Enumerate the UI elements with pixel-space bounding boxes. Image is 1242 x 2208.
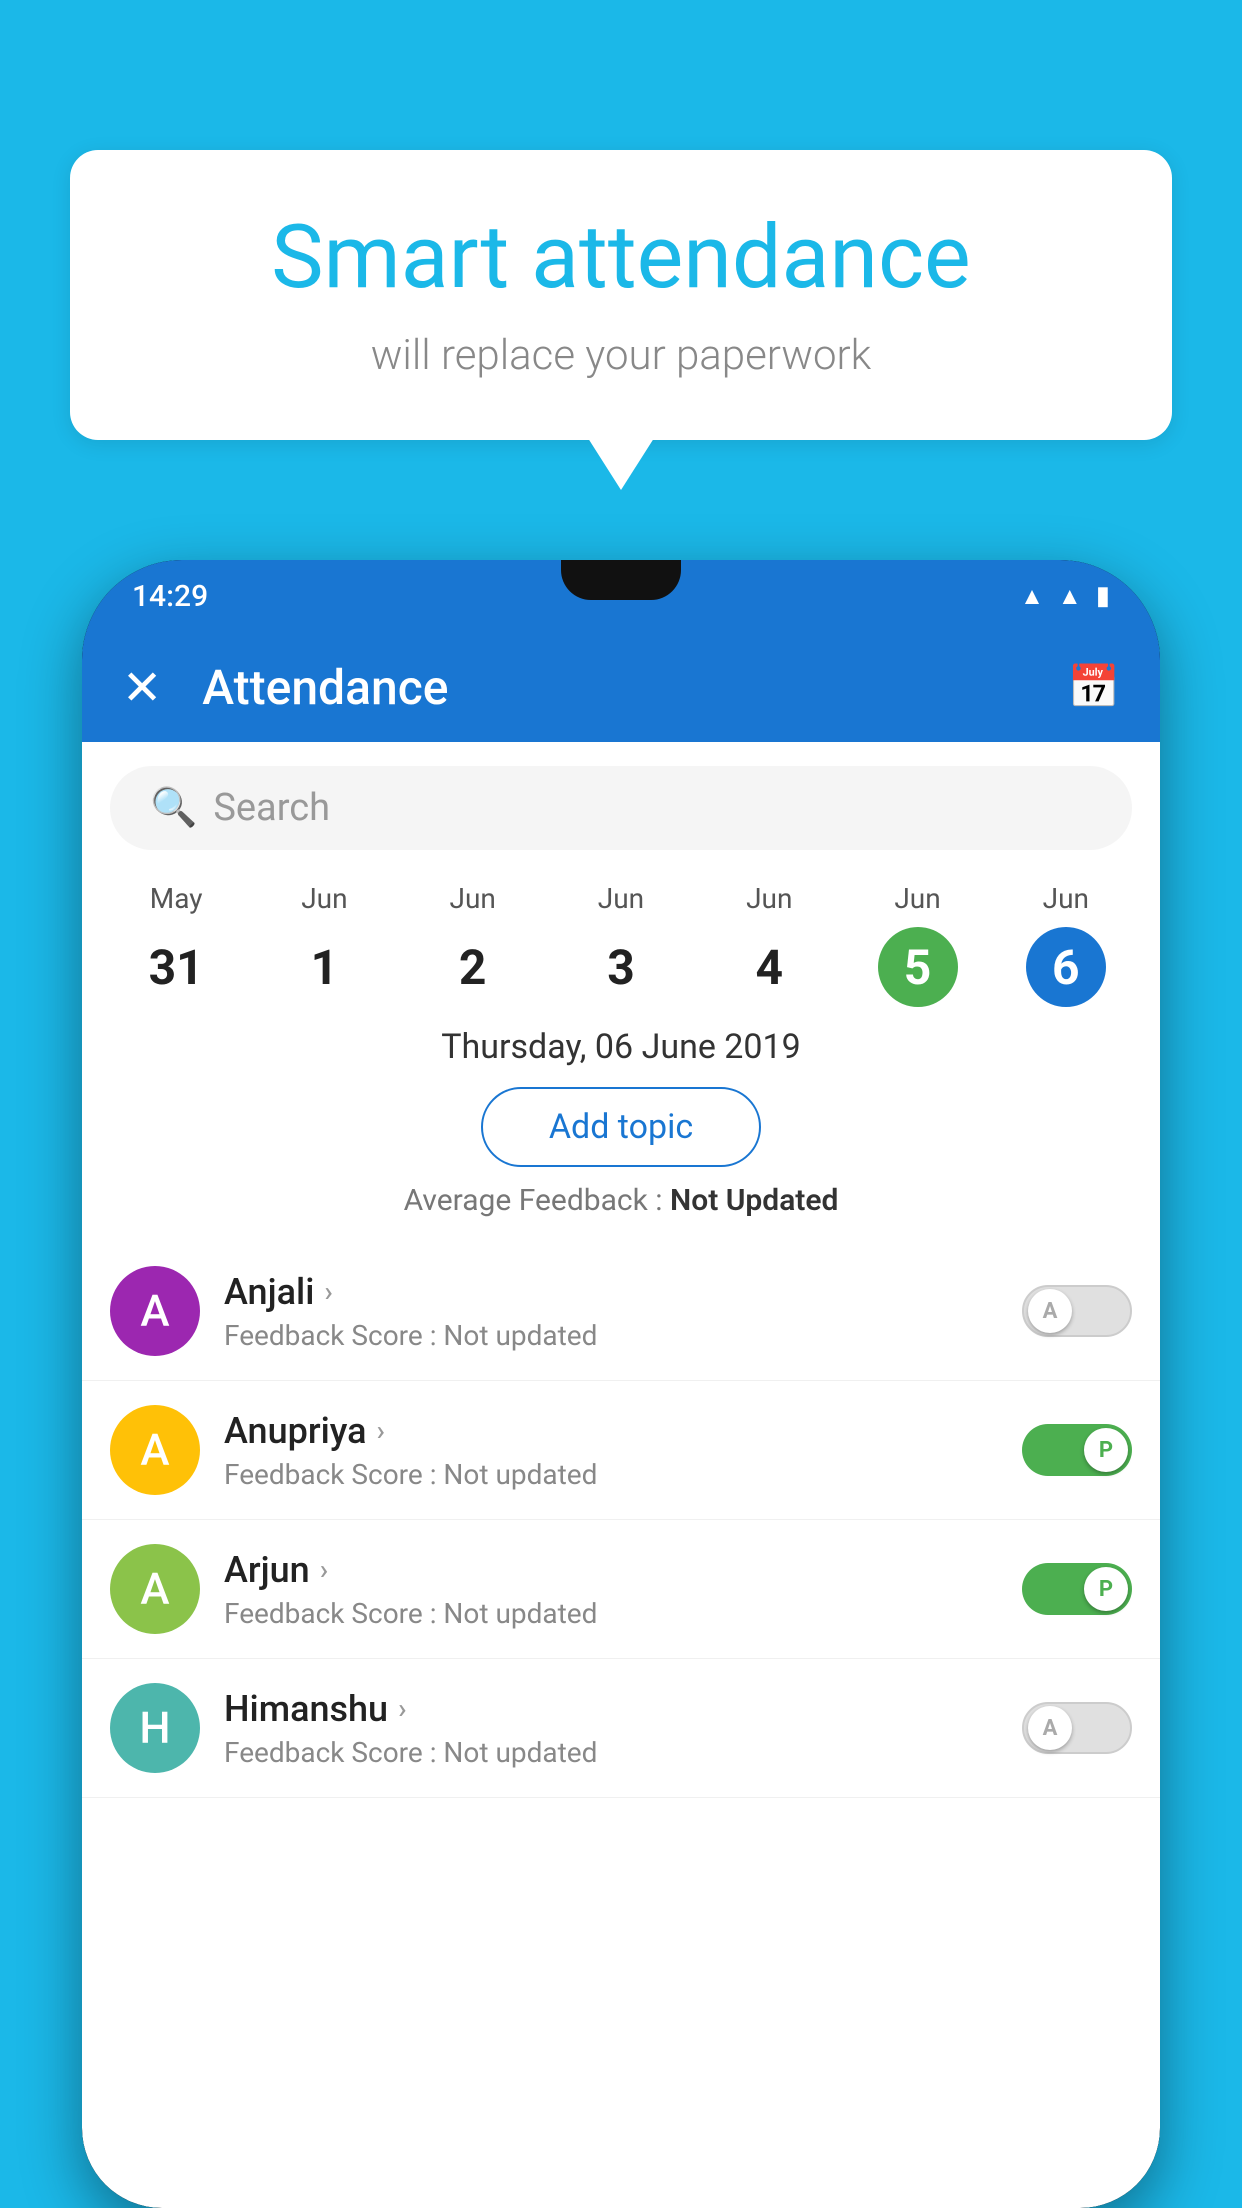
toggle-knob-anupriya: P [1084, 1428, 1128, 1472]
student-info-himanshu: Himanshu › Feedback Score : Not updated [224, 1688, 998, 1769]
cal-date-5: 5 [878, 927, 958, 1007]
cal-month-6: Jun [1043, 882, 1089, 915]
cal-month-1: Jun [301, 882, 347, 915]
search-bar[interactable]: 🔍 Search [110, 766, 1132, 850]
student-list: A Anjali › Feedback Score : Not updated … [82, 1242, 1160, 1798]
avatar-himanshu: H [110, 1683, 200, 1773]
chevron-icon-himanshu: › [398, 1692, 406, 1725]
toggle-knob-himanshu: A [1028, 1706, 1072, 1750]
student-item-anupriya[interactable]: A Anupriya › Feedback Score : Not update… [82, 1381, 1160, 1520]
student-name-anjali: Anjali › [224, 1271, 998, 1313]
phone-frame: 14:29 ▲ ▲ ▮ ✕ Attendance 📅 🔍 Search M [82, 560, 1160, 2208]
status-bar: 14:29 ▲ ▲ ▮ [82, 560, 1160, 632]
attendance-toggle-arjun[interactable]: P [1022, 1563, 1132, 1615]
avg-feedback-value: Not Updated [670, 1183, 838, 1218]
chevron-icon-arjun: › [320, 1553, 328, 1586]
feedback-score-anjali: Feedback Score : Not updated [224, 1319, 998, 1352]
selected-date-label: Thursday, 06 June 2019 [82, 1007, 1160, 1087]
cal-month-2: Jun [450, 882, 496, 915]
student-item-arjun[interactable]: A Arjun › Feedback Score : Not updated P [82, 1520, 1160, 1659]
screen-content: 🔍 Search May 31 Jun 1 Jun 2 Jun [82, 742, 1160, 2208]
wifi-icon: ▲ [1020, 582, 1044, 611]
feedback-score-anupriya: Feedback Score : Not updated [224, 1458, 998, 1491]
student-name-arjun: Arjun › [224, 1549, 998, 1591]
chevron-icon-anupriya: › [377, 1414, 385, 1447]
chevron-icon-anjali: › [324, 1275, 332, 1308]
feedback-score-arjun: Feedback Score : Not updated [224, 1597, 998, 1630]
cal-date-6: 6 [1026, 927, 1106, 1007]
student-info-arjun: Arjun › Feedback Score : Not updated [224, 1549, 998, 1630]
cal-date-1: 1 [284, 927, 364, 1007]
avatar-anjali: A [110, 1266, 200, 1356]
cal-day-may31[interactable]: May 31 [136, 882, 216, 1007]
cal-day-jun2[interactable]: Jun 2 [433, 882, 513, 1007]
phone-inner: 14:29 ▲ ▲ ▮ ✕ Attendance 📅 🔍 Search M [82, 560, 1160, 2208]
student-item-himanshu[interactable]: H Himanshu › Feedback Score : Not update… [82, 1659, 1160, 1798]
toggle-knob-anjali: A [1028, 1289, 1072, 1333]
avatar-anupriya: A [110, 1405, 200, 1495]
speech-bubble: Smart attendance will replace your paper… [70, 150, 1172, 440]
attendance-toggle-anupriya[interactable]: P [1022, 1424, 1132, 1476]
app-bar: ✕ Attendance 📅 [82, 632, 1160, 742]
toggle-knob-arjun: P [1084, 1567, 1128, 1611]
battery-icon: ▮ [1096, 581, 1110, 611]
cal-date-4: 4 [729, 927, 809, 1007]
cal-month-3: Jun [598, 882, 644, 915]
attendance-toggle-anjali[interactable]: A [1022, 1285, 1132, 1337]
status-time: 14:29 [132, 579, 208, 614]
cal-date-3: 3 [581, 927, 661, 1007]
status-icons: ▲ ▲ ▮ [1020, 581, 1110, 611]
cal-month-5: Jun [894, 882, 940, 915]
student-info-anjali: Anjali › Feedback Score : Not updated [224, 1271, 998, 1352]
cal-month-0: May [150, 882, 203, 915]
signal-icon: ▲ [1058, 582, 1082, 611]
cal-day-jun3[interactable]: Jun 3 [581, 882, 661, 1007]
speech-bubble-container: Smart attendance will replace your paper… [70, 150, 1172, 440]
search-placeholder: Search [213, 786, 330, 830]
calendar-icon[interactable]: 📅 [1068, 663, 1120, 712]
close-button[interactable]: ✕ [122, 659, 162, 716]
calendar-strip: May 31 Jun 1 Jun 2 Jun 3 Jun 4 [82, 866, 1160, 1007]
app-bar-title: Attendance [202, 659, 1067, 716]
student-info-anupriya: Anupriya › Feedback Score : Not updated [224, 1410, 998, 1491]
avatar-arjun: A [110, 1544, 200, 1634]
bubble-subtitle: will replace your paperwork [150, 331, 1092, 380]
feedback-score-himanshu: Feedback Score : Not updated [224, 1736, 998, 1769]
cal-month-4: Jun [746, 882, 792, 915]
student-name-himanshu: Himanshu › [224, 1688, 998, 1730]
search-icon: 🔍 [150, 786, 197, 830]
add-topic-button[interactable]: Add topic [481, 1087, 761, 1167]
cal-day-jun1[interactable]: Jun 1 [284, 882, 364, 1007]
bubble-title: Smart attendance [150, 210, 1092, 307]
student-item-anjali[interactable]: A Anjali › Feedback Score : Not updated … [82, 1242, 1160, 1381]
cal-day-jun6[interactable]: Jun 6 [1026, 882, 1106, 1007]
cal-day-jun4[interactable]: Jun 4 [729, 882, 809, 1007]
student-name-anupriya: Anupriya › [224, 1410, 998, 1452]
notch [561, 560, 681, 600]
attendance-toggle-himanshu[interactable]: A [1022, 1702, 1132, 1754]
cal-date-0: 31 [136, 927, 216, 1007]
avg-feedback-label: Average Feedback : [404, 1183, 670, 1218]
cal-day-jun5[interactable]: Jun 5 [878, 882, 958, 1007]
average-feedback: Average Feedback : Not Updated [82, 1183, 1160, 1218]
cal-date-2: 2 [433, 927, 513, 1007]
